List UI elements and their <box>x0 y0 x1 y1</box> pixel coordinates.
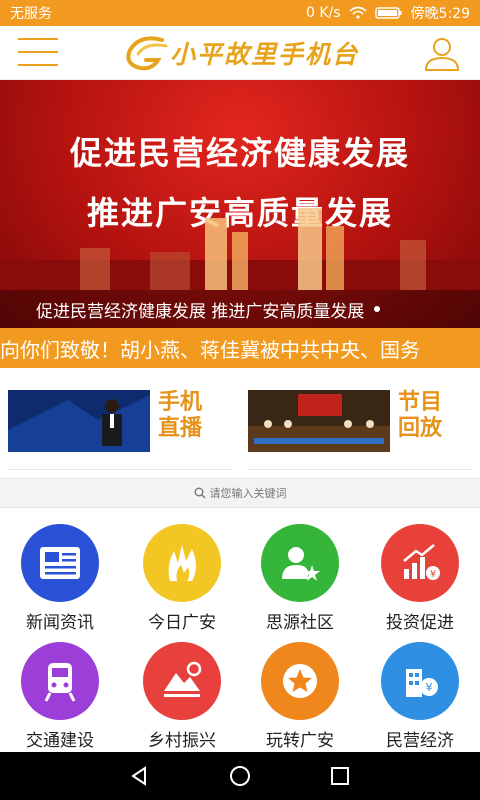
carousel-indicator[interactable] <box>374 306 381 312</box>
grid-item-news[interactable]: 新闻资讯 <box>0 510 120 633</box>
replay-label-line1: 节目 <box>398 390 443 415</box>
recents-icon[interactable] <box>329 765 351 787</box>
live-stream-label: 手机 直播 <box>158 390 202 442</box>
ticker-text: 向你们致敬！胡小燕、蒋佳冀被中共中央、国务 <box>0 337 420 362</box>
grid-item-label: 交通建设 <box>26 731 94 751</box>
replay-label-line2: 回放 <box>398 416 443 441</box>
menu-button[interactable] <box>18 38 58 68</box>
battery-icon <box>374 7 402 19</box>
user-icon <box>424 38 460 71</box>
city-skyline-image <box>0 208 480 290</box>
clock-text: 傍晚5:29 <box>410 6 470 22</box>
grid-item-explore[interactable]: 玩转广安 <box>240 628 360 751</box>
search-icon <box>194 487 205 499</box>
live-stream-thumbnail <box>8 390 150 452</box>
network-speed: 0 K/s <box>305 5 341 21</box>
search-placeholder: 请您输入关键词 <box>209 487 287 500</box>
flame-icon <box>143 524 221 602</box>
live-stream-label-line1: 手机 <box>158 390 203 415</box>
hero-banner[interactable]: 促进民营经济健康发展 推进广安高质量发展 促进民营经济健康发展 推进广安高质量发… <box>0 80 480 328</box>
grid-item-rural[interactable]: 乡村振兴 <box>122 628 242 751</box>
person-star-icon <box>261 524 339 602</box>
menu-icon-bar <box>18 64 58 66</box>
banner-headline-1: 促进民营经济健康发展 <box>69 134 410 172</box>
grid-item-label: 乡村振兴 <box>148 731 216 751</box>
svg-text:¥: ¥ <box>426 681 433 694</box>
replay-card[interactable]: 节目 回放 <box>248 390 472 470</box>
logo-mark-icon <box>126 36 168 71</box>
back-icon[interactable] <box>129 765 151 787</box>
svg-text:¥: ¥ <box>430 569 436 580</box>
status-bar: 无服务 0 K/s 傍晚5:29 <box>0 0 480 26</box>
carrier-text: 无服务 <box>10 6 52 22</box>
grid-item-today[interactable]: 今日广安 <box>122 510 242 633</box>
banner-caption: 促进民营经济健康发展 推进广安高质量发展 <box>0 290 480 328</box>
newspaper-icon <box>21 524 99 602</box>
grid-item-transport[interactable]: 交通建设 <box>0 628 120 751</box>
menu-icon-bar <box>18 51 58 53</box>
mountain-icon <box>143 642 221 720</box>
news-ticker[interactable]: 向你们致敬！胡小燕、蒋佳冀被中共中央、国务 <box>0 328 480 368</box>
train-icon <box>21 642 99 720</box>
home-icon[interactable] <box>228 764 252 788</box>
grid-item-community[interactable]: 思源社区 <box>240 510 360 633</box>
live-stream-label-line2: 直播 <box>158 416 203 441</box>
replay-label: 节目 回放 <box>398 390 442 442</box>
app-header: 小平故里手机台 <box>0 26 480 80</box>
menu-icon-bar <box>18 38 58 40</box>
grid-item-label: 民营经济 <box>386 731 454 751</box>
app-title: 小平故里手机台 <box>170 40 360 69</box>
grid-item-label: 玩转广安 <box>266 731 334 751</box>
grid-item-private-economy[interactable]: ¥ 民营经济 <box>360 628 480 751</box>
app-logo: 小平故里手机台 <box>122 34 359 72</box>
search-bar[interactable]: 请您输入关键词 <box>0 478 480 508</box>
replay-thumbnail <box>248 390 390 452</box>
category-grid: 新闻资讯 今日广安 思源社区 ¥ 投资促进 交通建设 乡村振兴 玩转广安 ¥ 民… <box>0 510 480 752</box>
wifi-icon <box>349 6 367 19</box>
building-yen-icon: ¥ <box>381 642 459 720</box>
live-stream-card[interactable]: 手机 直播 <box>8 390 232 470</box>
grid-item-investment[interactable]: ¥ 投资促进 <box>360 510 480 633</box>
star-badge-icon <box>261 642 339 720</box>
banner-caption-text: 促进民营经济健康发展 推进广安高质量发展 <box>36 301 365 322</box>
media-section: 手机 直播 节目 回放 <box>0 376 480 476</box>
system-nav-bar <box>0 752 480 800</box>
growth-chart-icon: ¥ <box>381 524 459 602</box>
user-button[interactable] <box>422 36 462 72</box>
